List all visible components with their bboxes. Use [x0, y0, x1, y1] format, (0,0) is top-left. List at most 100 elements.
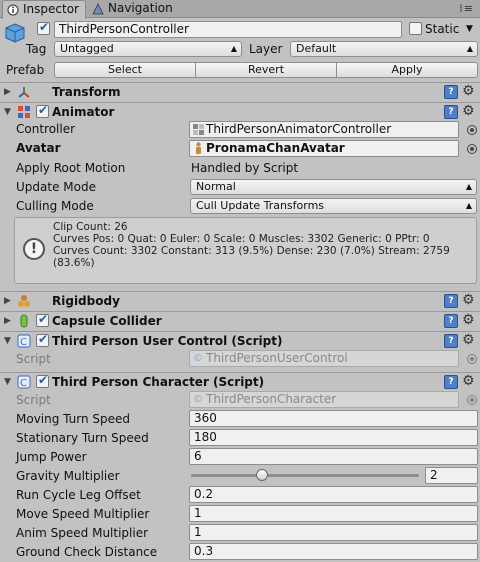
animator-header[interactable]: ▼ ✔ Animator ? ⚙	[0, 102, 480, 121]
anim-speed-multiplier-input[interactable]: 1	[189, 524, 478, 541]
update-mode-dropdown[interactable]: Normal ▲	[190, 179, 477, 195]
user-control-enabled-checkbox[interactable]: ✔	[36, 332, 49, 347]
static-dropdown-arrow[interactable]: ▼	[466, 22, 473, 36]
layer-label: Layer	[249, 42, 283, 56]
animator-info-text: Clip Count: 26 Curves Pos: 0 Quat: 0 Eul…	[53, 221, 473, 269]
fold-open-icon[interactable]: ▼	[4, 336, 11, 346]
prefab-select-button[interactable]: Select	[54, 62, 196, 78]
script-label: Script	[16, 393, 51, 407]
avatar-value: PronamaChanAvatar	[206, 141, 345, 155]
svg-text:C: C	[20, 337, 27, 348]
fold-open-icon[interactable]: ▼	[4, 107, 11, 117]
gear-icon[interactable]: ⚙	[462, 332, 475, 348]
move-speed-multiplier-label: Move Speed Multiplier	[16, 507, 150, 521]
script-label: Script	[16, 352, 51, 366]
transform-header[interactable]: ▶ Transform ? ⚙	[0, 82, 480, 101]
gravity-multiplier-label: Gravity Multiplier	[16, 469, 120, 483]
script-file-icon: ©	[193, 394, 203, 405]
root-motion-value: Handled by Script	[191, 161, 299, 175]
user-control-script-field: © ThirdPersonUserControl	[189, 350, 459, 367]
tag-value: Untagged	[60, 42, 114, 55]
help-book-icon[interactable]: ?	[444, 294, 458, 308]
fold-closed-icon[interactable]: ▶	[4, 87, 11, 97]
object-picker-icon[interactable]	[467, 125, 477, 135]
fold-closed-icon[interactable]: ▶	[4, 316, 11, 326]
jump-power-label: Jump Power	[16, 450, 87, 464]
updown-arrow-icon: ▲	[465, 182, 472, 191]
help-book-icon[interactable]: ?	[444, 85, 458, 99]
gravity-slider-thumb[interactable]	[255, 469, 268, 481]
move-speed-multiplier-input[interactable]: 1	[189, 505, 478, 522]
avatar-object-field[interactable]: PronamaChanAvatar	[189, 140, 459, 157]
component-title: Third Person User Control (Script)	[52, 334, 283, 348]
update-mode-label: Update Mode	[16, 180, 96, 194]
svg-text:C: C	[20, 378, 27, 389]
info-line: (83.6%)	[53, 257, 95, 269]
tab-label: Inspector	[23, 2, 79, 16]
stationary-turn-speed-label: Stationary Turn Speed	[16, 431, 149, 445]
ground-check-distance-input[interactable]: 0.3	[189, 543, 478, 560]
object-picker-icon	[467, 395, 477, 405]
avatar-label: Avatar	[16, 141, 61, 155]
culling-mode-value: Cull Update Transforms	[196, 199, 325, 212]
updown-arrow-icon: ▲	[465, 201, 472, 210]
help-book-icon[interactable]: ?	[444, 375, 458, 389]
help-book-icon[interactable]: ?	[444, 105, 458, 119]
gear-icon[interactable]: ⚙	[462, 83, 475, 99]
component-title: Transform	[52, 85, 121, 99]
anim-speed-multiplier-label: Anim Speed Multiplier	[16, 526, 149, 540]
fold-open-icon[interactable]: ▼	[4, 377, 11, 387]
object-picker-icon[interactable]	[467, 144, 477, 154]
character-header[interactable]: ▼ C ✔ Third Person Character (Script) ? …	[0, 372, 480, 391]
prefab-revert-button[interactable]: Revert	[195, 62, 337, 78]
culling-mode-dropdown[interactable]: Cull Update Transforms ▲	[190, 198, 477, 214]
tag-dropdown[interactable]: Untagged ▲	[54, 41, 242, 57]
capsule-enabled-checkbox[interactable]: ✔	[36, 312, 49, 327]
tag-label: Tag	[26, 42, 47, 56]
info-line: Curves Pos: 0 Quat: 0 Euler: 0 Scale: 0 …	[53, 233, 430, 245]
script-icon: C	[17, 334, 31, 348]
gameobject-cube-icon	[5, 23, 25, 43]
gravity-multiplier-input[interactable]: 2	[425, 467, 478, 484]
prefab-apply-button[interactable]: Apply	[336, 62, 478, 78]
static-label: Static	[425, 22, 460, 36]
gear-icon[interactable]: ⚙	[462, 373, 475, 389]
active-checkbox[interactable]: ✔	[37, 20, 50, 35]
ground-check-distance-label: Ground Check Distance	[16, 545, 158, 559]
culling-mode-label: Culling Mode	[16, 199, 94, 213]
jump-power-input[interactable]: 6	[189, 448, 478, 465]
info-icon	[7, 4, 19, 16]
animator-enabled-checkbox[interactable]: ✔	[36, 103, 49, 118]
gravity-slider-track[interactable]	[191, 474, 419, 477]
capsule-collider-header[interactable]: ▶ ✔ Capsule Collider ? ⚙	[0, 311, 480, 330]
transform-axes-icon	[18, 87, 30, 98]
object-name-input[interactable]: ThirdPersonController	[54, 21, 402, 38]
panel-menu-icon[interactable]: ⁞≡	[459, 2, 474, 15]
update-mode-value: Normal	[196, 180, 236, 193]
controller-object-field[interactable]: ThirdPersonAnimatorController	[189, 121, 459, 138]
animator-controller-icon	[193, 124, 204, 135]
fold-closed-icon[interactable]: ▶	[4, 296, 11, 306]
run-cycle-leg-offset-input[interactable]: 0.2	[189, 486, 478, 503]
root-motion-label: Apply Root Motion	[16, 161, 126, 175]
component-title: Third Person Character (Script)	[52, 375, 265, 389]
gear-icon[interactable]: ⚙	[462, 292, 475, 308]
info-line: Curves Count: 3302 Constant: 313 (9.5%) …	[53, 245, 450, 257]
layer-dropdown[interactable]: Default ▲	[290, 41, 478, 57]
static-checkbox[interactable]	[409, 22, 422, 35]
user-control-header[interactable]: ▼ C ✔ Third Person User Control (Script)…	[0, 331, 480, 350]
character-enabled-checkbox[interactable]: ✔	[36, 373, 49, 388]
help-book-icon[interactable]: ?	[444, 314, 458, 328]
info-exclamation-icon: !	[23, 238, 45, 260]
gear-icon[interactable]: ⚙	[462, 103, 475, 119]
updown-arrow-icon: ▲	[230, 44, 237, 53]
moving-turn-speed-label: Moving Turn Speed	[16, 412, 131, 426]
tab-inspector[interactable]: Inspector	[2, 0, 86, 19]
gear-icon[interactable]: ⚙	[462, 312, 475, 328]
rigidbody-header[interactable]: ▶ Rigidbody ? ⚙	[0, 291, 480, 310]
info-line: Clip Count: 26	[53, 221, 128, 233]
tab-navigation[interactable]: Navigation	[88, 0, 198, 18]
help-book-icon[interactable]: ?	[444, 334, 458, 348]
moving-turn-speed-input[interactable]: 360	[189, 410, 478, 427]
stationary-turn-speed-input[interactable]: 180	[189, 429, 478, 446]
